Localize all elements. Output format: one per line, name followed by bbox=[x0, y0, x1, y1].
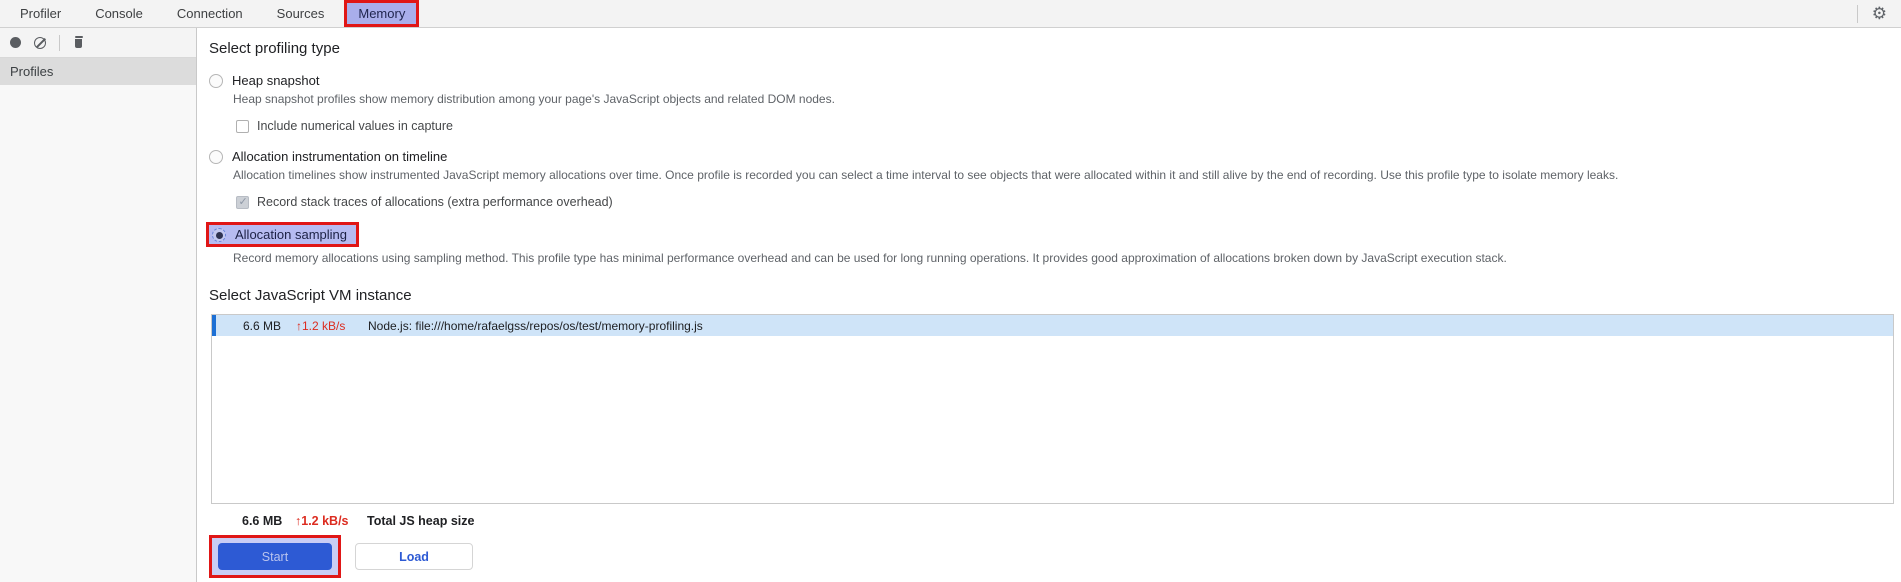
checkbox-label: Include numerical values in capture bbox=[257, 119, 453, 133]
vm-instance-heading: Select JavaScript VM instance bbox=[209, 287, 412, 304]
start-button-highlight: Start bbox=[209, 535, 341, 578]
vm-heap-size: 6.6 MB bbox=[243, 318, 282, 333]
vm-alloc-rate: ↑1.2 kB/s bbox=[296, 318, 346, 333]
trash-icon[interactable] bbox=[73, 36, 84, 49]
tab-memory[interactable]: Memory bbox=[344, 0, 420, 27]
total-heap-label: Total JS heap size bbox=[367, 514, 475, 528]
vm-instance-list: 6.6 MB ↑1.2 kB/s Node.js: file:///home/r… bbox=[211, 314, 1894, 504]
profiling-type-heading: Select profiling type bbox=[209, 40, 340, 57]
checkbox-record-stack-traces[interactable]: Record stack traces of allocations (extr… bbox=[236, 195, 1894, 209]
load-button[interactable]: Load bbox=[355, 543, 473, 570]
vm-instance-name: Node.js: file:///home/rafaelgss/repos/os… bbox=[368, 318, 703, 333]
total-heap-size: 6.6 MB bbox=[242, 514, 283, 528]
divider bbox=[59, 34, 60, 51]
actions-row: Start Load bbox=[209, 535, 1894, 578]
gear-icon[interactable]: ⚙ bbox=[1872, 5, 1887, 22]
option-label: Allocation sampling bbox=[235, 227, 348, 242]
option-allocation-timeline[interactable]: Allocation instrumentation on timeline bbox=[209, 149, 1894, 164]
main-split: Profiles Select profiling type Heap snap… bbox=[0, 28, 1901, 582]
radio-icon[interactable] bbox=[209, 73, 223, 88]
checkbox-label: Record stack traces of allocations (extr… bbox=[257, 195, 613, 209]
radio-icon[interactable] bbox=[212, 227, 226, 242]
vm-instance-row[interactable]: 6.6 MB ↑1.2 kB/s Node.js: file:///home/r… bbox=[212, 315, 1893, 336]
tabbar-right: ⚙ bbox=[1856, 0, 1901, 27]
tab-sources[interactable]: Sources bbox=[263, 0, 339, 27]
option-description: Record memory allocations using sampling… bbox=[233, 251, 1507, 265]
radio-icon[interactable] bbox=[209, 149, 223, 164]
option-heap-snapshot[interactable]: Heap snapshot bbox=[209, 73, 1894, 88]
memory-panel-content: Select profiling type Heap snapshot Heap… bbox=[197, 28, 1901, 582]
profiler-toolbar bbox=[0, 28, 196, 58]
tab-connection[interactable]: Connection bbox=[163, 0, 257, 27]
start-button[interactable]: Start bbox=[218, 543, 332, 570]
sidebar-item-profiles[interactable]: Profiles bbox=[0, 58, 196, 85]
option-description: Allocation timelines show instrumented J… bbox=[233, 168, 1619, 182]
checkbox-icon[interactable] bbox=[236, 195, 249, 209]
clear-icon[interactable] bbox=[34, 36, 46, 49]
record-icon[interactable] bbox=[10, 37, 21, 48]
tab-console[interactable]: Console bbox=[81, 0, 157, 27]
option-description: Heap snapshot profiles show memory distr… bbox=[233, 92, 835, 106]
option-label: Heap snapshot bbox=[232, 73, 320, 88]
tab-profiler[interactable]: Profiler bbox=[6, 0, 75, 27]
option-label: Allocation instrumentation on timeline bbox=[232, 149, 448, 164]
total-alloc-rate: ↑1.2 kB/s bbox=[295, 514, 349, 528]
checkbox-icon[interactable] bbox=[236, 119, 249, 133]
option-allocation-sampling[interactable]: Allocation sampling bbox=[206, 222, 360, 247]
checkbox-include-numerical-values[interactable]: Include numerical values in capture bbox=[236, 119, 1894, 133]
sidebar: Profiles bbox=[0, 28, 197, 582]
divider bbox=[1856, 4, 1858, 23]
total-heap-row: 6.6 MB ↑1.2 kB/s Total JS heap size bbox=[242, 514, 1894, 528]
tab-bar: Profiler Console Connection Sources Memo… bbox=[0, 0, 1901, 28]
